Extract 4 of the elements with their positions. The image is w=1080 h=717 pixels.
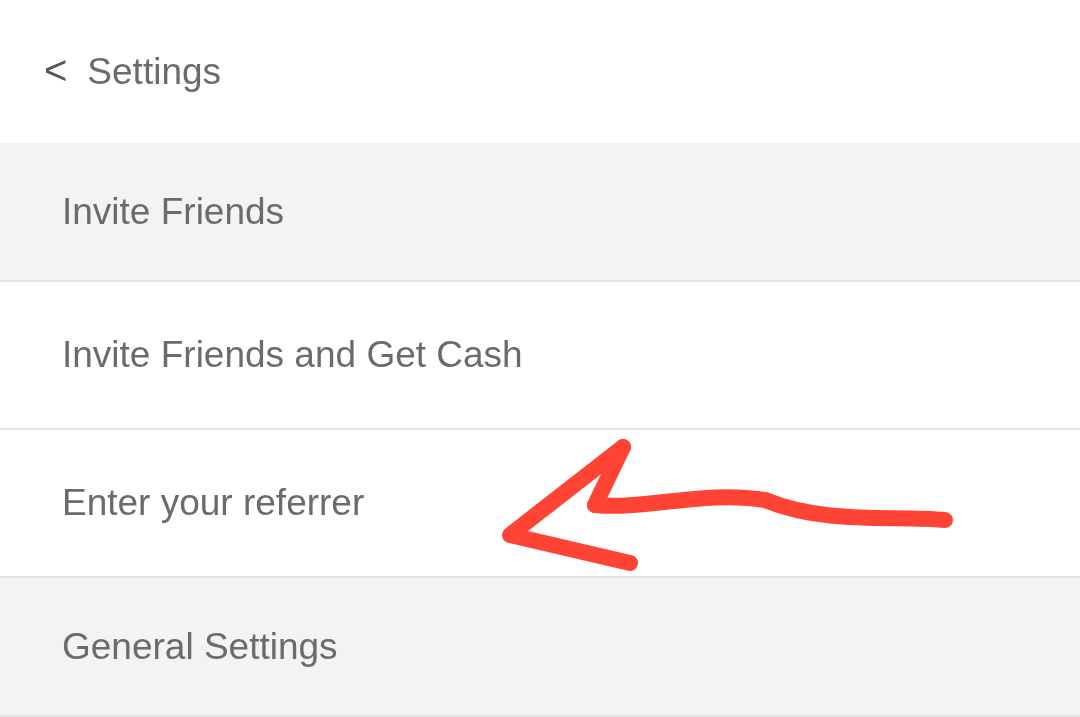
back-button[interactable]: < [44,49,68,94]
page-title: Settings [87,49,222,94]
section-header: Invite Friends [0,143,1080,282]
section-header: General Settings [0,578,1080,717]
